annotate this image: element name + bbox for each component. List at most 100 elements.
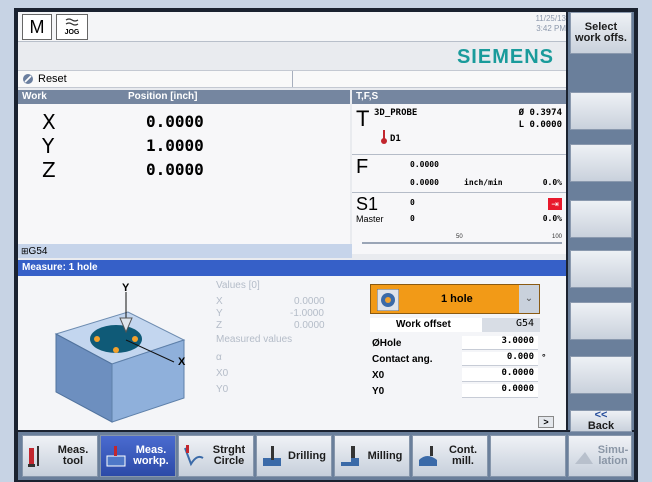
meas-workpiece-button[interactable]: Meas. workp.	[100, 435, 176, 477]
work-offset-value: G54	[482, 318, 540, 332]
jog-label: JOG	[64, 29, 80, 36]
measure-panel: Y X Values [0] X 0.0000 Y -1.0000 Z 0.00…	[18, 276, 566, 430]
axis-z-value: 0.0000	[146, 160, 204, 179]
jog-mode-icon: JOG	[56, 14, 88, 40]
vsoftkey-7[interactable]	[570, 356, 632, 394]
grey-x: X	[216, 296, 223, 307]
milling-button[interactable]: Milling	[334, 435, 410, 477]
measure-diagram	[54, 292, 186, 423]
grey-z-value: 0.0000	[294, 320, 325, 331]
probe-contact-point-3	[113, 347, 119, 353]
grey-x0: X0	[216, 368, 229, 379]
diagram-y-label: Y	[122, 282, 130, 294]
horizontal-softkeys: Meas. tool Meas. workp. Strght Circle Dr…	[18, 432, 634, 480]
spindle-stop-indicator: ⇥	[548, 198, 562, 210]
x0-field[interactable]: 0.0000	[462, 368, 538, 382]
clock-time: 3:42 PM	[536, 24, 566, 33]
mode-select-value: 1 hole	[441, 293, 473, 305]
simulation-icon	[575, 452, 593, 464]
spindle-scale-50: 50	[456, 234, 463, 240]
grey-z: Z	[216, 320, 223, 331]
back-button[interactable]: << Back	[570, 410, 632, 432]
hsoftkey-empty[interactable]	[490, 435, 566, 477]
probe-icon	[381, 130, 387, 144]
tfs-header: T,F,S	[352, 90, 566, 104]
position-panel: X 0.0000 Y 1.0000 Z 0.0000	[18, 104, 350, 244]
grey-alpha: α	[216, 352, 222, 363]
chevron-down-icon[interactable]: ⌄	[519, 285, 539, 313]
work-offset-row[interactable]: Work offset G54	[370, 318, 540, 332]
grey-y0: Y0	[216, 384, 229, 395]
spindle-scale-100: 100	[551, 234, 562, 240]
tool-name: 3D_PROBE	[374, 108, 418, 118]
siemens-logo: SIEMENS	[456, 46, 554, 68]
straight-circle-button[interactable]: Strght Circle	[178, 435, 254, 477]
meas-workpiece-icon	[106, 446, 126, 467]
x0-label: X0	[372, 370, 385, 381]
status-text: Reset	[38, 73, 67, 85]
contact-angle-unit: °	[542, 352, 546, 362]
meas-tool-icon	[28, 446, 39, 467]
grey-y-value: -1.0000	[290, 308, 324, 319]
feed-value-1: 0.0000	[410, 160, 439, 169]
divider-tf	[352, 154, 566, 155]
grey-values-title: Values [0]	[216, 280, 260, 291]
feed-label: F	[356, 156, 369, 178]
feed-value-2: 0.0000	[410, 178, 439, 187]
vsoftkey-5[interactable]	[570, 250, 632, 288]
vsoftkey-4[interactable]	[570, 200, 632, 238]
simulation-button[interactable]: Simu- lation	[568, 435, 632, 477]
axis-y-label: Y	[42, 134, 55, 158]
reset-icon	[23, 74, 33, 84]
spindle-master-value: 0	[410, 214, 415, 223]
vsoftkey-2[interactable]	[570, 92, 632, 130]
axis-z-label: Z	[42, 158, 56, 182]
straight-circle-icon	[184, 445, 204, 467]
contour-mill-button[interactable]: Cont. mill.	[412, 435, 488, 477]
tool-d-label: D1	[390, 134, 401, 144]
feed-unit: inch/min	[464, 178, 503, 187]
spindle-percent: 0.0%	[542, 214, 562, 223]
target-icon	[377, 289, 399, 311]
work-offset-label: Work offset	[396, 319, 451, 330]
divider-fs	[352, 192, 566, 193]
contact-angle-field[interactable]: 0.000	[462, 352, 538, 366]
vertical-softkeys: Select work offs. << Back	[568, 12, 634, 432]
meas-tool-button[interactable]: Meas. tool	[22, 435, 98, 477]
mode-select[interactable]: 1 hole ⌄	[370, 284, 540, 314]
hole-diameter-field[interactable]: 3.0000	[462, 336, 538, 350]
tfs-panel: T 3D_PROBE Ø 0.3974 L 0.0000 D1 F 0.0000…	[352, 104, 566, 254]
axis-x-label: X	[42, 110, 56, 134]
active-work-offset: ⊞G54	[18, 244, 352, 258]
measure-title-bar: Measure: 1 hole	[18, 260, 566, 276]
spindle-master: Master	[356, 214, 384, 224]
milling-icon	[341, 446, 359, 466]
spindle-label: S1	[356, 194, 379, 214]
drilling-icon	[263, 446, 281, 466]
tool-diameter: Ø 0.3974	[518, 108, 562, 118]
diagram-x-label: X	[178, 356, 186, 368]
feed-percent: 0.0%	[542, 178, 562, 187]
top-bar: M JOG 11/25/13 3:42 PM	[18, 12, 566, 42]
axis-x-value: 0.0000	[146, 112, 204, 131]
col-position: Position [inch]	[128, 91, 198, 102]
y0-field[interactable]: 0.0000	[462, 384, 538, 398]
col-work: Work	[22, 91, 47, 102]
hmi-screen: M JOG 11/25/13 3:42 PM SIEMENS Reset Wor…	[18, 12, 566, 430]
contact-angle-label: Contact ang.	[372, 354, 433, 365]
tool-t-label: T	[356, 106, 370, 131]
vsoftkey-6[interactable]	[570, 302, 632, 340]
clock-date: 11/25/13	[535, 14, 566, 23]
more-indicator[interactable]: >	[538, 416, 554, 428]
hole-diameter-label: ØHole	[372, 338, 402, 349]
position-header: Work Position [inch]	[18, 90, 350, 104]
clock: 11/25/13 3:42 PM	[535, 14, 566, 34]
status-bar: Reset	[18, 70, 566, 88]
vsoftkey-3[interactable]	[570, 144, 632, 182]
select-work-offset-button[interactable]: Select work offs.	[570, 12, 632, 54]
spindle-scale-bar	[362, 242, 562, 244]
y0-label: Y0	[372, 386, 385, 397]
tool-length: L 0.0000	[518, 120, 562, 130]
spindle-value: 0	[410, 198, 415, 207]
drilling-button[interactable]: Drilling	[256, 435, 332, 477]
